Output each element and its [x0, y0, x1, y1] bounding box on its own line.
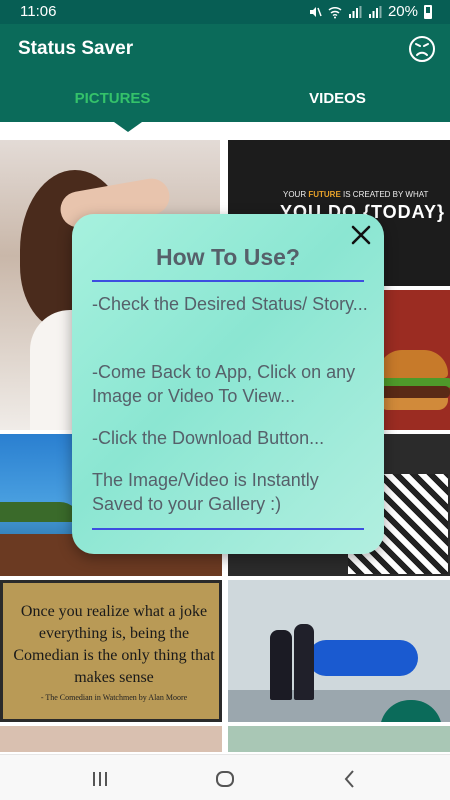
sad-face-icon[interactable]	[408, 35, 436, 63]
photo-detail	[0, 502, 80, 522]
status-bar: 11:06 20%	[0, 0, 450, 24]
back-icon[interactable]	[338, 767, 362, 791]
highlight-word: FUTURE	[308, 190, 341, 199]
divider	[92, 528, 364, 530]
recent-apps-icon[interactable]	[88, 767, 112, 791]
instruction-step: The Image/Video is Instantly Saved to yo…	[92, 470, 319, 514]
tab-bar: PICTURES VIDEOS	[0, 80, 450, 122]
quote-text: Once you realize what a joke everything …	[13, 603, 215, 686]
status-thumbnail[interactable]: Once you realize what a joke everything …	[0, 580, 222, 722]
photo-detail	[376, 386, 450, 398]
photo-detail	[308, 640, 418, 676]
photo-detail	[378, 398, 448, 410]
status-icons: 20%	[308, 3, 432, 20]
photo-detail	[294, 624, 314, 700]
mute-icon	[309, 6, 322, 17]
battery-icon	[424, 4, 432, 19]
home-icon[interactable]	[213, 767, 237, 791]
instruction-step: -Click the Download Button...	[92, 428, 325, 448]
close-icon[interactable]	[350, 224, 372, 246]
app-title: Status Saver	[18, 38, 134, 59]
navigation-bar	[0, 754, 450, 800]
signal-icon	[368, 5, 382, 18]
wifi-icon	[328, 6, 342, 18]
divider	[92, 280, 364, 282]
quote-caption-top: YOUR FUTURE IS CREATED BY WHAT	[283, 190, 429, 199]
tab-indicator	[114, 122, 142, 132]
status-thumbnail[interactable]	[228, 726, 450, 752]
photo-detail	[378, 350, 448, 378]
instruction-step: -Check the Desired Status/ Story...	[92, 294, 368, 314]
status-thumbnail[interactable]	[228, 580, 450, 722]
quote-credit: - The Comedian in Watchmen by Alan Moore	[40, 693, 188, 702]
status-thumbnail[interactable]	[0, 726, 222, 752]
instruction-step: -Come Back to App, Click on any Image or…	[92, 362, 356, 406]
photo-detail	[270, 630, 292, 700]
tab-pictures[interactable]: PICTURES	[0, 80, 225, 122]
tab-videos[interactable]: VIDEOS	[225, 80, 450, 122]
signal-icon	[348, 5, 362, 18]
battery-percent: 20%	[387, 3, 418, 20]
dialog-title: How To Use?	[156, 244, 300, 270]
status-time: 11:06	[20, 3, 57, 20]
app-bar: Status Saver PICTURES VIDEOS	[0, 24, 450, 122]
how-to-use-dialog: How To Use? -Check the Desired Status/ S…	[72, 214, 384, 554]
